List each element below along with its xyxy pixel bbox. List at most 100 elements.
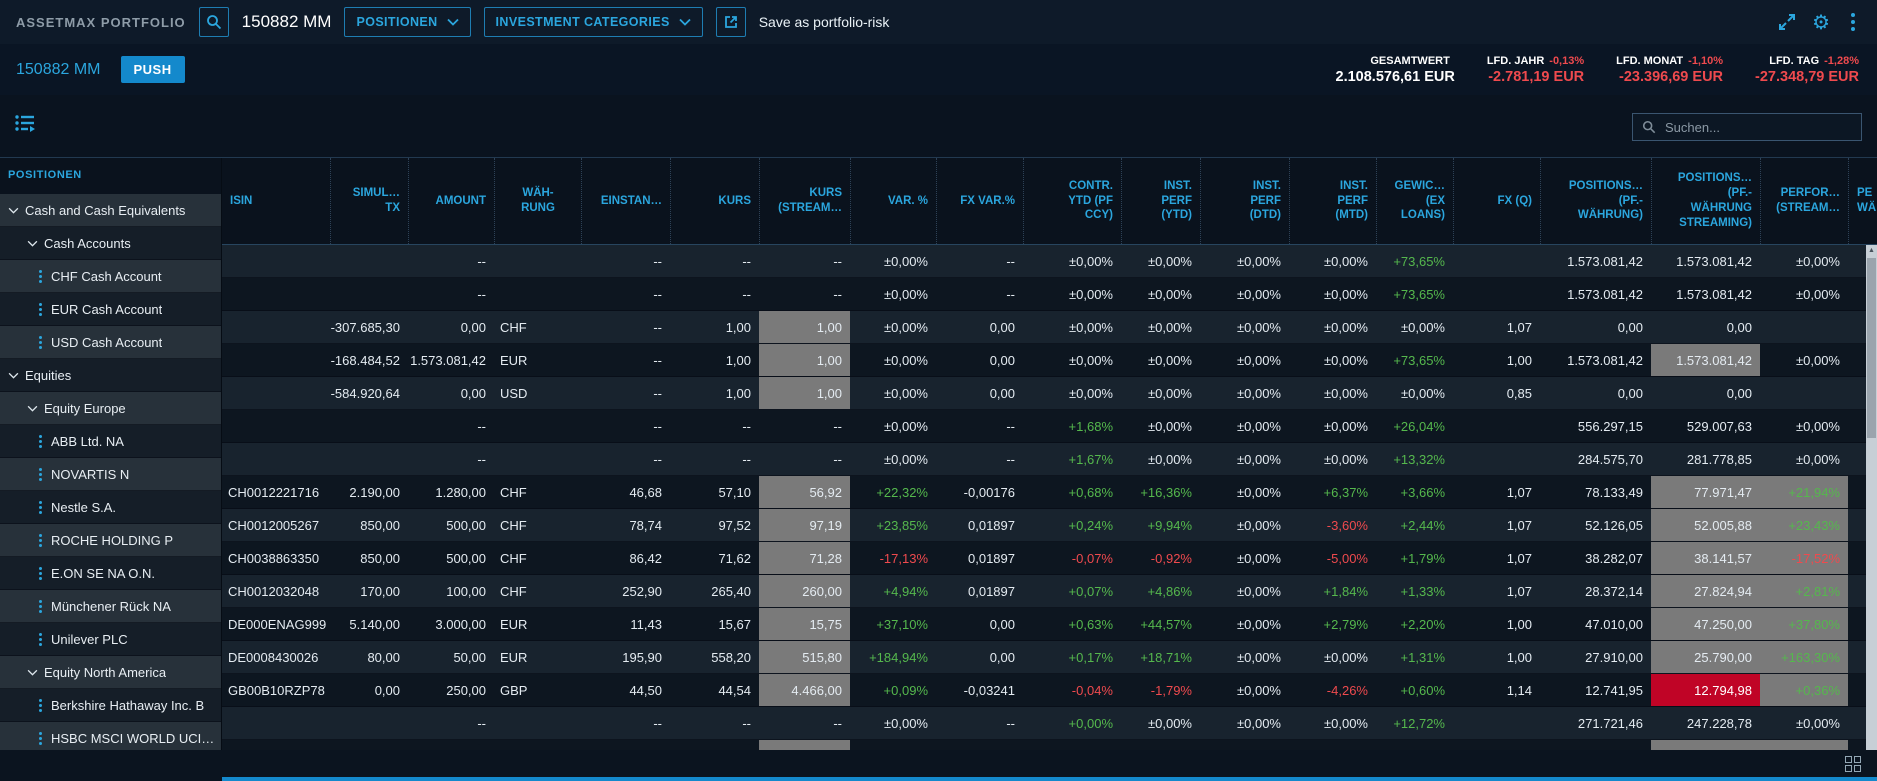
column-header[interactable]: PE WÄ <box>1848 158 1877 244</box>
sidebar-item[interactable]: CHF Cash Account <box>0 260 221 293</box>
sidebar-item[interactable]: Equities <box>0 359 221 392</box>
chevron-down-icon[interactable] <box>27 669 38 676</box>
table-cell <box>222 344 330 376</box>
table-row[interactable]: CH0038863350850,00500,00CHF86,4271,6271,… <box>222 542 1877 575</box>
table-row[interactable]: CH0012032048170,00100,00CHF252,90265,402… <box>222 575 1877 608</box>
table-row[interactable]: CH0012005267850,00500,00CHF78,7497,5297,… <box>222 509 1877 542</box>
table-cell: 52.005,88 <box>1651 509 1760 541</box>
sidebar-item[interactable]: Equity Europe <box>0 392 221 425</box>
column-header[interactable]: POSITIONS… (PF.- WÄHRUNG) <box>1540 158 1651 244</box>
sidebar-item[interactable]: HSBC MSCI WORLD UCI… <box>0 722 221 750</box>
tree-options-icon[interactable] <box>14 113 36 133</box>
sidebar-item[interactable]: Unilever PLC <box>0 623 221 656</box>
table-cell: 0,01897 <box>936 575 1023 607</box>
table-cell: CHF <box>494 542 581 574</box>
column-header[interactable]: INST. PERF (YTD) <box>1121 158 1200 244</box>
chevron-down-icon[interactable] <box>8 372 19 379</box>
table-cell: 260,00 <box>759 575 850 607</box>
sidebar-item[interactable]: Nestle S.A. <box>0 491 221 524</box>
column-header[interactable]: PERFOR… (STREAM… <box>1760 158 1848 244</box>
table-row[interactable]: -168.484,521.573.081,42EUR--1,001,00±0,0… <box>222 344 1877 377</box>
sidebar-item[interactable]: Cash and Cash Equivalents <box>0 194 221 227</box>
table-row[interactable]: --------±0,00%--±0,00%±0,00%±0,00%±0,00%… <box>222 245 1877 278</box>
stat-value: 2.108.576,61 EUR <box>1336 69 1455 85</box>
column-header[interactable]: AMOUNT <box>408 158 494 244</box>
search-input[interactable] <box>1663 119 1852 136</box>
sidebar-item-label: Equity Europe <box>44 401 126 416</box>
table-cell <box>494 245 581 277</box>
horizontal-scrollbar[interactable] <box>222 777 1877 781</box>
column-header[interactable]: WÄH- RUNG <box>494 158 581 244</box>
chevron-down-icon[interactable] <box>27 405 38 412</box>
table-cell: 271.721,46 <box>1540 707 1651 739</box>
sidebar-item[interactable]: ABB Ltd. NA <box>0 425 221 458</box>
column-header[interactable]: VAR. % <box>850 158 936 244</box>
table-row[interactable]: -307.685,300,00CHF--1,001,00±0,00%0,00±0… <box>222 311 1877 344</box>
scroll-up-arrow-icon[interactable]: ▲ <box>1866 247 1877 254</box>
kebab-menu-icon[interactable] <box>1845 11 1861 33</box>
chevron-down-icon[interactable] <box>27 240 38 247</box>
vertical-scrollbar[interactable]: ▲ <box>1866 245 1877 750</box>
sidebar-item[interactable]: USD Cash Account <box>0 326 221 359</box>
chevron-down-icon <box>679 18 691 26</box>
investment-categories-dropdown[interactable]: INVESTMENT CATEGORIES <box>484 7 703 37</box>
table-cell: ±0,00% <box>1200 278 1289 310</box>
sidebar-item[interactable]: EUR Cash Account <box>0 293 221 326</box>
sidebar-item[interactable]: Equity North America <box>0 656 221 689</box>
table-cell: +6,37% <box>1289 476 1376 508</box>
table-cell: 38.282,07 <box>1540 542 1651 574</box>
sidebar-item[interactable]: NOVARTIS N <box>0 458 221 491</box>
table-row[interactable]: --------±0,00%--+0,00%±0,00%±0,00%±0,00%… <box>222 707 1877 740</box>
table-cell <box>222 311 330 343</box>
table-row[interactable]: --------±0,00%--+1,67%±0,00%±0,00%±0,00%… <box>222 443 1877 476</box>
scrollbar-thumb[interactable] <box>1867 258 1876 438</box>
table-cell: ±0,00% <box>1200 476 1289 508</box>
table-row[interactable]: US0846707026340,00200,00USD294,41494,104… <box>222 740 1877 750</box>
table-cell: 15,67 <box>670 608 759 640</box>
settings-gear-icon[interactable]: ⚙ <box>1812 12 1830 32</box>
table-row[interactable]: --------±0,00%--±0,00%±0,00%±0,00%±0,00%… <box>222 278 1877 311</box>
column-header[interactable]: FX (Q) <box>1453 158 1540 244</box>
table-cell: ±0,00% <box>1289 311 1376 343</box>
expand-icon[interactable] <box>1777 12 1797 32</box>
sidebar-item[interactable]: Münchener Rück NA <box>0 590 221 623</box>
grid-view-icon[interactable] <box>1845 756 1861 772</box>
table-cell: ±0,00% <box>1023 278 1121 310</box>
chevron-down-icon[interactable] <box>8 207 19 214</box>
column-header[interactable]: POSITIONS… (PF.- WÄHRUNG STREAMING) <box>1651 158 1760 244</box>
search-button[interactable] <box>199 7 229 37</box>
column-header[interactable]: INST. PERF (MTD) <box>1289 158 1376 244</box>
table-cell: 1,00 <box>759 377 850 409</box>
table-row[interactable]: DE000843002680,0050,00EUR195,90558,20515… <box>222 641 1877 674</box>
sidebar-item[interactable]: ROCHE HOLDING P <box>0 524 221 557</box>
table-cell: ±0,00% <box>1200 542 1289 574</box>
stat-value: -2.781,19 EUR <box>1487 69 1584 85</box>
table-cell: ±0,00% <box>1200 377 1289 409</box>
push-button[interactable]: PUSH <box>121 56 185 83</box>
open-external-button[interactable] <box>716 7 746 37</box>
table-row[interactable]: CH00122217162.190,001.280,00CHF46,6857,1… <box>222 476 1877 509</box>
column-header[interactable]: ISIN <box>222 158 330 244</box>
column-header[interactable]: FX VAR.% <box>936 158 1023 244</box>
sidebar-item[interactable]: Cash Accounts <box>0 227 221 260</box>
column-header[interactable]: KURS <box>670 158 759 244</box>
column-header[interactable]: KURS (STREAM… <box>759 158 850 244</box>
sidebar-item[interactable]: E.ON SE NA O.N. <box>0 557 221 590</box>
column-header[interactable]: SIMUL… TX <box>330 158 408 244</box>
table-row[interactable]: DE000ENAG9995.140,003.000,00EUR11,4315,6… <box>222 608 1877 641</box>
investment-categories-dropdown-label: INVESTMENT CATEGORIES <box>496 15 670 29</box>
positionen-dropdown[interactable]: POSITIONEN <box>344 7 470 37</box>
column-header[interactable]: EINSTAN… <box>581 158 670 244</box>
table-cell: ±0,00% <box>1760 245 1848 277</box>
save-as-portfolio-risk-label[interactable]: Save as portfolio-risk <box>759 14 890 30</box>
column-header[interactable]: GEWIC… (EX LOANS) <box>1376 158 1453 244</box>
table-row[interactable]: --------±0,00%--+1,68%±0,00%±0,00%±0,00%… <box>222 410 1877 443</box>
column-header[interactable]: CONTR. YTD (PF CCY) <box>1023 158 1121 244</box>
table-cell: ±0,00% <box>1200 707 1289 739</box>
table-row[interactable]: -584.920,640,00USD--1,001,00±0,00%0,00±0… <box>222 377 1877 410</box>
column-header[interactable]: INST. PERF (DTD) <box>1200 158 1289 244</box>
table-cell: 419,80 <box>759 740 850 750</box>
table-row[interactable]: GB00B10RZP780,00250,00GBP44,5044,544.466… <box>222 674 1877 707</box>
sidebar-item[interactable]: Berkshire Hathaway Inc. B <box>0 689 221 722</box>
table-cell: 1.573.081,42 <box>1651 278 1760 310</box>
